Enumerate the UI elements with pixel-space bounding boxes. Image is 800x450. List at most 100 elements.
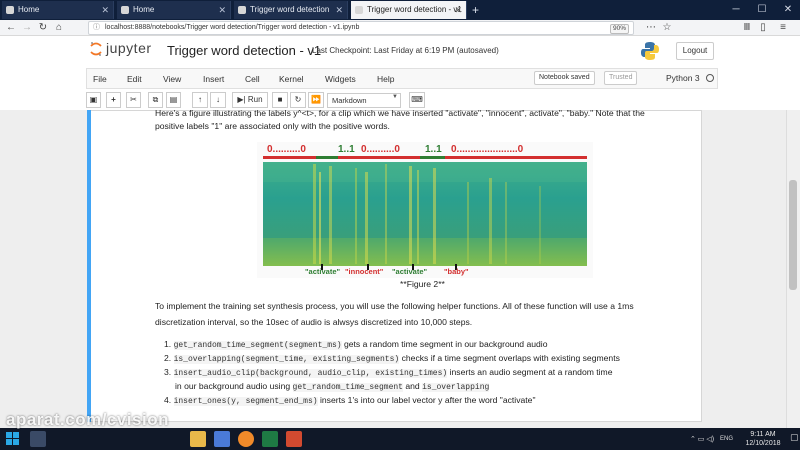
new-tab-button[interactable]: + (472, 1, 479, 19)
list-number: 3. (164, 367, 172, 377)
inline-code: get_random_time_segment(segment_ms) (173, 341, 342, 350)
move-up-icon[interactable]: ↑ (192, 92, 208, 108)
interrupt-icon[interactable]: ■ (272, 92, 288, 108)
list-number: 4. (164, 395, 172, 405)
restart-icon[interactable]: ↻ (290, 92, 306, 108)
sidebar-icon[interactable]: ▯ (756, 20, 770, 36)
close-icon[interactable]: ✕ (218, 1, 226, 19)
menu-edit[interactable]: Edit (127, 69, 142, 89)
list-item: 1. get_random_time_segment(segment_ms) g… (164, 339, 548, 350)
run-label: Run (247, 95, 263, 104)
jupyter-logo-text[interactable]: jupyter (106, 40, 152, 56)
menu-insert[interactable]: Insert (203, 69, 224, 89)
powerpoint-icon[interactable] (286, 431, 302, 447)
menu-view[interactable]: View (163, 69, 181, 89)
windows-start-icon[interactable] (6, 432, 20, 446)
menu-help[interactable]: Help (377, 69, 394, 89)
paste-icon[interactable]: ▤ (166, 92, 181, 108)
insert-cell-icon[interactable]: + (106, 92, 121, 108)
logout-button[interactable]: Logout (676, 42, 714, 60)
jupyter-favicon-icon (238, 6, 246, 14)
browser-tab-home-2[interactable]: Home ✕ (117, 1, 231, 19)
bookmark-icon[interactable]: ☆ (660, 20, 674, 36)
kernel-name[interactable]: Python 3 (666, 73, 700, 83)
word-label-activate-1: "activate" (305, 267, 341, 276)
windows-taskbar (0, 428, 800, 450)
notifications-icon[interactable]: ▢ (790, 432, 799, 443)
zoom-level[interactable]: 90% (609, 24, 629, 34)
more-icon[interactable]: ⋯ (644, 20, 658, 36)
label-ones-1: 1..1 (338, 144, 355, 155)
kernel-idle-icon (706, 74, 714, 82)
paragraph-line-1: To implement the training set synthesis … (155, 301, 634, 311)
info-icon: ⓘ (93, 24, 100, 31)
chevron-down-icon[interactable]: ▼ (392, 94, 398, 100)
cell-selected-indicator (87, 110, 91, 422)
menu-icon[interactable]: ≡ (776, 20, 790, 36)
close-icon[interactable]: ✕ (454, 1, 462, 19)
menu-file[interactable]: File (93, 69, 107, 89)
system-tray-icons[interactable]: ⌃ ▭ ◁) (690, 435, 714, 443)
excel-icon[interactable] (262, 431, 278, 447)
minimize-icon[interactable]: ─ (724, 0, 748, 20)
copy-icon[interactable]: ⧉ (148, 92, 163, 108)
tab-label: Trigger word detection - v1 (367, 5, 462, 14)
file-explorer-icon[interactable] (190, 431, 206, 447)
back-icon[interactable]: ← (4, 20, 18, 36)
word-label-innocent: "innocent" (345, 267, 384, 276)
label-ones-2: 1..1 (425, 144, 442, 155)
browser-tab-trigger-word-v1[interactable]: Trigger word detection - v1 ✕ (351, 1, 467, 19)
menu-widgets[interactable]: Widgets (325, 69, 356, 89)
language-indicator[interactable]: ENG (720, 436, 733, 442)
spectrogram-image (263, 156, 587, 270)
menu-cell[interactable]: Cell (245, 69, 260, 89)
scrollbar-thumb[interactable] (789, 180, 797, 290)
clock-date: 12/10/2018 (745, 440, 781, 447)
chrome-icon[interactable] (214, 431, 230, 447)
close-icon[interactable]: ✕ (335, 1, 343, 19)
inline-code: is_overlapping (422, 383, 490, 392)
python-logo-icon (641, 42, 659, 60)
cell-type-select[interactable]: Markdown (327, 93, 401, 108)
home-icon[interactable]: ⌂ (52, 20, 66, 36)
taskbar-clock[interactable]: 9:11 AM 12/10/2018 (738, 430, 788, 448)
reload-icon[interactable]: ↻ (36, 20, 50, 36)
list-text: in our background audio using (175, 381, 291, 391)
inline-code: is_overlapping(segment_time, existing_se… (173, 355, 400, 364)
close-icon[interactable]: ✕ (101, 1, 109, 19)
list-item: 3. insert_audio_clip(background, audio_c… (164, 367, 613, 378)
list-text: checks if a time segment overlaps with e… (401, 353, 620, 363)
task-view-icon[interactable] (30, 431, 46, 447)
spectrogram-figure: 0..........0 1..1 0..........0 1..1 0...… (257, 142, 593, 278)
jupyter-logo-icon[interactable] (90, 41, 102, 57)
clock-time: 9:11 AM (750, 431, 776, 438)
inline-code: get_random_time_segment (292, 383, 403, 392)
label-zeros-2: 0..........0 (361, 144, 400, 155)
jupyter-favicon-icon (355, 6, 363, 14)
restart-run-all-icon[interactable]: ⏩ (308, 92, 324, 108)
save-icon[interactable]: ▣ (86, 92, 101, 108)
move-down-icon[interactable]: ↓ (210, 92, 226, 108)
tab-label: Home (18, 5, 40, 14)
list-text: gets a random time segment in our backgr… (343, 339, 548, 349)
library-icon[interactable]: Ⅲ (740, 20, 754, 36)
close-window-icon[interactable]: ✕ (776, 0, 800, 20)
maximize-icon[interactable]: ☐ (750, 0, 774, 20)
firefox-icon[interactable] (238, 431, 254, 447)
run-button[interactable]: ▶| Run (232, 92, 268, 108)
list-text: inserts an audio segment at a random tim… (449, 367, 613, 377)
paragraph-line-2: discretization interval, so the 10sec of… (155, 317, 473, 327)
command-palette-icon[interactable]: ⌨ (409, 92, 425, 108)
forward-icon[interactable]: → (20, 20, 34, 36)
list-item: 4. insert_ones(y, segment_end_ms) insert… (164, 395, 536, 406)
trusted-indicator[interactable]: Trusted (604, 71, 638, 85)
menu-kernel[interactable]: Kernel (279, 69, 304, 89)
intro-line-1: Here's a figure illustrating the labels … (155, 108, 645, 118)
browser-tab-trigger-word[interactable]: Trigger word detection ✕ (234, 1, 348, 19)
notebook-title[interactable]: Trigger word detection - v1 (167, 43, 321, 58)
browser-tab-home-1[interactable]: Home ✕ (2, 1, 114, 19)
cut-icon[interactable]: ✂ (126, 92, 141, 108)
url-bar[interactable]: ⓘ localhost:8888/notebooks/Trigger word … (88, 21, 634, 35)
checkpoint-status: Last Checkpoint: Last Friday at 6:19 PM … (312, 46, 499, 55)
word-label-baby: "baby" (444, 267, 469, 276)
